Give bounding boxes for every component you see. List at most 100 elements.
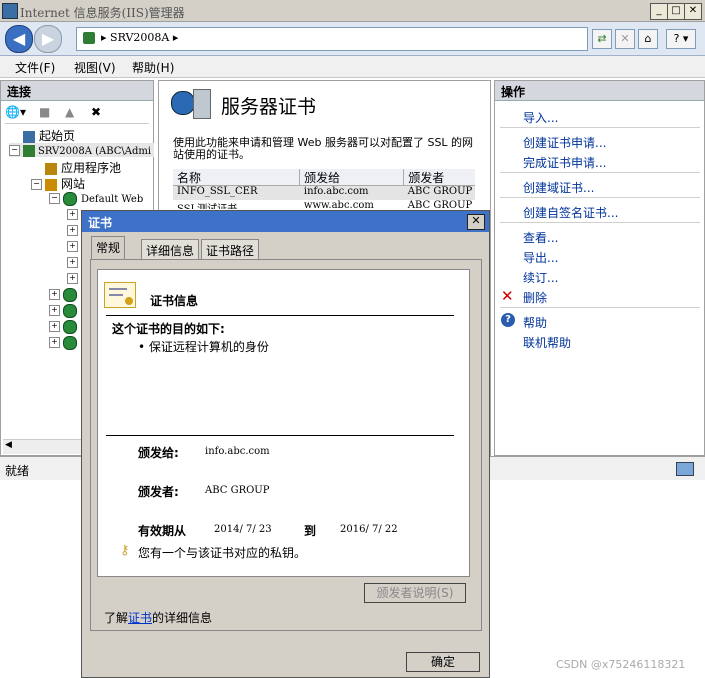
delete-icon: ✕: [501, 287, 514, 305]
disconnect-icon[interactable]: ✖: [91, 105, 101, 119]
tree-app-pools[interactable]: 应用程序池: [45, 159, 121, 176]
maximize-button[interactable]: □: [667, 3, 685, 20]
action-complete-request[interactable]: 完成证书申请...: [523, 154, 606, 171]
globe-icon: [63, 287, 77, 302]
tree-expander[interactable]: +: [67, 255, 81, 269]
certificate-icon: [104, 282, 136, 308]
server-icon: [83, 32, 95, 44]
tab-general[interactable]: 常规: [91, 236, 126, 260]
ok-button[interactable]: 确定: [406, 652, 480, 672]
menu-file[interactable]: 文件(F): [15, 59, 55, 76]
table-row[interactable]: SSL测试证书 www.abc.com ABC GROUP: [173, 200, 475, 209]
start-page-icon: [23, 130, 35, 143]
globe-icon: [63, 303, 77, 318]
action-import[interactable]: 导入...: [523, 109, 558, 126]
menu-help[interactable]: 帮助(H): [132, 59, 174, 76]
back-icon[interactable]: ◀: [5, 25, 33, 53]
tree-server[interactable]: − SRV2008A (ABC\Admi: [9, 143, 154, 157]
address-field[interactable]: ▸ SRV2008A ▸: [76, 27, 588, 51]
action-create-self-signed[interactable]: 创建自签名证书...: [523, 204, 618, 221]
dialog-close-button[interactable]: ✕: [467, 214, 485, 230]
tree-site-node[interactable]: +: [49, 335, 81, 350]
certificates-table[interactable]: 名称 颁发给 颁发者 INFO_SSL_CER info.abc.com ABC…: [173, 169, 475, 209]
key-icon: ⚷: [120, 543, 130, 558]
purpose-item: • 保证远程计算机的身份: [138, 340, 269, 354]
issued-to-label: 颁发给:: [138, 446, 179, 460]
globe-icon: [171, 91, 195, 115]
tab-details[interactable]: 详细信息: [141, 239, 200, 259]
sites-folder-icon: [45, 178, 57, 191]
iis-app-icon: [2, 3, 18, 19]
issued-by-label: 颁发者:: [138, 485, 179, 499]
help-dropdown-icon[interactable]: ? ▾: [666, 29, 696, 49]
issued-by-value: ABC GROUP: [205, 485, 270, 496]
status-text: 就绪: [5, 464, 30, 478]
close-button[interactable]: ✕: [684, 3, 702, 20]
learn-more-text: 了解证书的详细信息: [104, 611, 213, 625]
globe-icon: [63, 335, 77, 350]
menu-view[interactable]: 视图(V): [74, 59, 116, 76]
tab-cert-path[interactable]: 证书路径: [201, 239, 260, 259]
action-view[interactable]: 查看...: [523, 229, 558, 246]
menu-bar: 文件(F) 视图(V) 帮助(H): [0, 56, 705, 78]
action-delete[interactable]: 删除: [523, 289, 547, 306]
issued-to-value: info.abc.com: [205, 446, 270, 457]
action-renew[interactable]: 续订...: [523, 269, 558, 286]
up-icon[interactable]: ▲: [65, 105, 74, 119]
help-icon: ?: [501, 313, 515, 327]
tree-expander[interactable]: +: [67, 223, 81, 237]
valid-from-value: 2014/ 7/ 23: [214, 524, 272, 535]
actions-pane: 操作 导入... 创建证书申请... 完成证书申请... 创建域证书... 创建…: [494, 80, 705, 456]
tree-expander[interactable]: +: [67, 239, 81, 253]
certificate-info-box: 证书信息 这个证书的目的如下: • 保证远程计算机的身份 颁发给: info.a…: [97, 269, 470, 577]
address-path: SRV2008A: [110, 31, 170, 44]
tree-site-node[interactable]: +: [49, 319, 81, 334]
tree-default-web[interactable]: − Default Web: [49, 191, 143, 206]
certificate-dialog: 证书 ✕ 常规 详细信息 证书路径 证书信息 这个证书的目的如下: • 保证远程…: [81, 210, 490, 678]
address-toolbar: ◀ ▶ ▸ SRV2008A ▸ ⇄ ✕ ⌂ ? ▾: [0, 22, 705, 56]
page-description: 使用此功能来申请和管理 Web 服务器可以对配置了 SSL 的网站使用的证书。: [173, 136, 474, 161]
dialog-title: 证书: [88, 216, 113, 230]
valid-from-label: 有效期从: [138, 524, 187, 538]
tree-site-node[interactable]: +: [49, 287, 81, 302]
forward-icon[interactable]: ▶: [34, 25, 62, 53]
purpose-heading: 这个证书的目的如下:: [112, 322, 225, 336]
valid-to-value: 2016/ 7/ 22: [340, 524, 398, 535]
action-online-help[interactable]: 联机帮助: [523, 334, 571, 351]
stop-icon[interactable]: ✕: [615, 29, 635, 49]
home-icon[interactable]: ⌂: [638, 29, 658, 49]
save-icon[interactable]: ■: [39, 105, 50, 119]
action-help[interactable]: 帮助: [523, 314, 547, 331]
cert-info-title: 证书信息: [150, 294, 199, 308]
actions-title: 操作: [495, 81, 704, 101]
minimize-button[interactable]: _: [650, 3, 668, 20]
window-title: Internet 信息服务(IIS)管理器: [20, 6, 185, 20]
column-issuer[interactable]: 颁发者: [404, 169, 475, 185]
tree-expander[interactable]: +: [67, 207, 81, 221]
action-create-request[interactable]: 创建证书申请...: [523, 134, 606, 151]
tree-site-node[interactable]: +: [49, 303, 81, 318]
column-issued-to[interactable]: 颁发给: [300, 169, 405, 185]
network-status-icon: [676, 462, 694, 476]
tree-expander[interactable]: +: [67, 271, 81, 285]
globe-icon: [63, 191, 77, 206]
tree-sites[interactable]: − 网站: [31, 175, 85, 192]
connections-toolbar: 🌐▾ ■ ▲ ✖: [5, 103, 149, 124]
tree-start-page[interactable]: 起始页: [23, 127, 75, 144]
action-export[interactable]: 导出...: [523, 249, 558, 266]
globe-icon: [63, 319, 77, 334]
title-bar: Internet 信息服务(IIS)管理器 _ □ ✕: [0, 0, 705, 22]
issuer-statement-button[interactable]: 颁发者说明(S): [364, 583, 466, 603]
page-title: 服务器证书: [221, 96, 317, 118]
server-node-icon: [23, 144, 35, 157]
connections-title: 连接: [1, 81, 153, 101]
action-create-domain-cert[interactable]: 创建域证书...: [523, 179, 594, 196]
refresh-icon[interactable]: ⇄: [592, 29, 612, 49]
connect-icon[interactable]: 🌐▾: [5, 105, 26, 119]
table-row[interactable]: INFO_SSL_CER info.abc.com ABC GROUP: [173, 186, 475, 200]
dialog-title-bar: 证书 ✕: [82, 211, 489, 232]
column-name[interactable]: 名称: [173, 169, 301, 185]
learn-more-link[interactable]: 证书: [128, 611, 152, 625]
server-tower-icon: [193, 89, 211, 119]
private-key-note: 您有一个与该证书对应的私钥。: [138, 546, 307, 560]
